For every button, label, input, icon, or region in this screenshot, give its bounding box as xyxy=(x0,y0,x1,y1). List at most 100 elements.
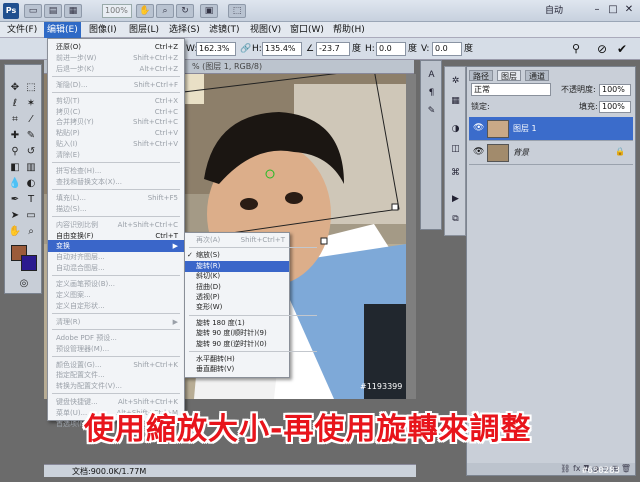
transform-menu-item[interactable]: 扭曲(D) xyxy=(185,282,289,293)
character-panel-icon[interactable]: A xyxy=(424,69,439,81)
transform-menu-item[interactable]: 旋转 90 度(顺时针)(9) xyxy=(185,328,289,339)
brush-tool-icon[interactable]: ✎ xyxy=(24,129,38,142)
zoom-tool-icon[interactable]: ⌕ xyxy=(156,4,174,18)
menu-image[interactable]: 图像(I) xyxy=(86,22,120,38)
fill-field[interactable]: 100% xyxy=(599,101,631,113)
cancel-transform-icon[interactable]: ⊘ xyxy=(597,43,607,55)
edit-menu-item[interactable]: 后退一步(K) Alt+Ctrl+Z xyxy=(48,63,184,75)
edit-menu-item[interactable]: 预设管理器(M)... xyxy=(48,343,184,355)
transform-menu-item[interactable]: ✓ 缩放(S) xyxy=(185,250,289,261)
mini-bridge-icon[interactable]: ▤ xyxy=(44,4,62,18)
opacity-field[interactable]: 100% xyxy=(599,84,631,96)
menu-filter[interactable]: 滤镜(T) xyxy=(206,22,243,38)
width-field[interactable]: 162.3% xyxy=(196,42,236,56)
bridge-icon[interactable]: ▭ xyxy=(24,4,42,18)
masks-panel-icon[interactable]: ◫ xyxy=(448,143,463,155)
menu-file[interactable]: 文件(F) xyxy=(4,22,40,38)
vskew-field[interactable]: 0.0 xyxy=(432,42,462,56)
path-select-icon[interactable]: ➤ xyxy=(8,209,22,222)
guides-icon[interactable]: ▦ xyxy=(64,4,82,18)
blur-tool-icon[interactable]: 💧 xyxy=(8,177,22,190)
fx-icon[interactable]: fx xyxy=(573,464,581,473)
shape-tool-icon[interactable]: ▭ xyxy=(24,209,38,222)
history-brush-icon[interactable]: ↺ xyxy=(24,145,38,158)
hand-tool-icon[interactable]: ✋ xyxy=(136,4,154,18)
eraser-icon[interactable]: ◧ xyxy=(8,161,22,174)
edit-menu-item[interactable]: 清理(R) ▶ xyxy=(48,316,184,328)
menu-select[interactable]: 选择(S) xyxy=(166,22,203,38)
type-tool-icon[interactable]: T xyxy=(24,193,38,206)
transform-menu-item[interactable]: 斜切(K) xyxy=(185,271,289,282)
workspace-switcher[interactable]: 自动 xyxy=(545,4,587,18)
maximize-button[interactable]: □ xyxy=(606,3,620,17)
transform-menu-item[interactable]: 透视(P) xyxy=(185,292,289,303)
background-color-swatch[interactable] xyxy=(21,255,37,271)
history-panel-icon[interactable]: ⌘ xyxy=(448,167,463,179)
blend-mode-select[interactable]: 正常 xyxy=(471,83,551,96)
gradient-tool-icon[interactable]: ▥ xyxy=(24,161,38,174)
zoom-tool-icon[interactable]: ⌕ xyxy=(24,225,38,238)
edit-menu-item[interactable]: 转换为配置文件(V)... xyxy=(48,380,184,392)
transform-menu-item[interactable]: 变形(W) xyxy=(185,302,289,313)
transform-menu-item[interactable]: 再次(A) Shift+Ctrl+T xyxy=(185,235,289,246)
eye-icon[interactable]: 👁 xyxy=(473,147,484,157)
clone-stamp-icon[interactable]: ⚲ xyxy=(8,145,22,158)
menu-layer[interactable]: 图层(L) xyxy=(126,22,162,38)
edit-menu-item[interactable]: 渐隐(D)... Shift+Ctrl+F xyxy=(48,79,184,91)
transform-menu-item[interactable]: 水平翻转(H) xyxy=(185,354,289,365)
hskew-field[interactable]: 0.0 xyxy=(376,42,406,56)
healing-brush-icon[interactable]: ✚ xyxy=(8,129,22,142)
clone-source-panel-icon[interactable]: ⧉ xyxy=(448,213,463,225)
screen-mode-icon[interactable]: ⬚ xyxy=(228,4,246,18)
commit-transform-icon[interactable]: ✔ xyxy=(617,43,627,55)
menu-window[interactable]: 窗口(W) xyxy=(287,22,327,38)
transform-menu-item[interactable]: 旋转 180 度(1) xyxy=(185,318,289,329)
eye-icon[interactable]: 👁 xyxy=(473,123,484,133)
edit-menu-item[interactable]: 查找和替换文本(X)... xyxy=(48,176,184,188)
trash-icon[interactable]: 🗑 xyxy=(621,464,631,473)
tab-channels[interactable]: 通道 xyxy=(525,70,549,81)
swatches-panel-icon[interactable]: ▦ xyxy=(448,95,463,107)
edit-menu-item[interactable]: 描边(S)... xyxy=(48,203,184,215)
crop-tool-icon[interactable]: ⌗ xyxy=(8,113,22,126)
quick-mask-icon[interactable]: ◎ xyxy=(17,277,31,290)
transform-menu-item[interactable]: 旋转(R) xyxy=(185,260,289,272)
magic-wand-icon[interactable]: ✶ xyxy=(24,97,38,110)
pen-tool-icon[interactable]: ✒ xyxy=(8,193,22,206)
marquee-tool-icon[interactable]: ⬚ xyxy=(24,81,38,94)
arrange-documents-icon[interactable]: ▣ xyxy=(200,4,218,18)
warp-mode-icon[interactable]: ⚲ xyxy=(572,43,580,55)
menu-help[interactable]: 帮助(H) xyxy=(330,22,368,38)
hand-tool-icon[interactable]: ✋ xyxy=(8,225,22,238)
menu-edit[interactable]: 编辑(E) xyxy=(44,22,81,38)
link-layers-icon[interactable]: ⛓ xyxy=(560,464,570,473)
tab-layers[interactable]: 图层 xyxy=(497,70,521,81)
paragraph-panel-icon[interactable]: ¶ xyxy=(424,87,439,99)
edit-menu-item[interactable]: 自动混合图层... xyxy=(48,262,184,274)
dodge-tool-icon[interactable]: ◐ xyxy=(24,177,38,190)
rotate-view-icon[interactable]: ↻ xyxy=(176,4,194,18)
transform-menu-item[interactable]: 旋转 90 度(逆时针)(0) xyxy=(185,339,289,350)
brush-panel-icon[interactable]: ✎ xyxy=(424,105,439,117)
height-field[interactable]: 135.4% xyxy=(262,42,302,56)
eyedropper-icon[interactable]: ⁄ xyxy=(24,113,38,126)
layer-thumbnail xyxy=(487,144,509,162)
layer-row-layer-1[interactable]: 👁 图层 1 xyxy=(469,117,633,141)
actions-panel-icon[interactable]: ▶ xyxy=(448,193,463,205)
transform-menu-item[interactable]: 垂直翻转(V) xyxy=(185,364,289,375)
menu-view[interactable]: 视图(V) xyxy=(247,22,284,38)
transform-submenu: 再次(A) Shift+Ctrl+T ✓ 缩放(S) 旋转(R) 斜切(K) 扭曲(D) 透视… xyxy=(184,232,317,378)
minimize-button[interactable]: – xyxy=(590,3,604,17)
layer-row-background[interactable]: 👁 背景 🔒 xyxy=(469,141,633,165)
zoom-level-select[interactable]: 100% xyxy=(102,4,132,18)
angle-field[interactable]: -23.7 xyxy=(316,42,350,56)
edit-menu-item[interactable]: 清除(E) xyxy=(48,149,184,161)
adjustments-panel-icon[interactable]: ◑ xyxy=(448,123,463,135)
close-button[interactable]: ✕ xyxy=(622,3,636,17)
tab-paths[interactable]: 路径 xyxy=(469,70,493,81)
link-icon[interactable]: 🔗 xyxy=(240,43,251,55)
move-tool-icon[interactable]: ✥ xyxy=(8,81,22,94)
lasso-tool-icon[interactable]: ℓ xyxy=(8,97,22,110)
edit-menu-item[interactable]: 定义自定形状... xyxy=(48,300,184,312)
color-panel-icon[interactable]: ✲ xyxy=(448,75,463,87)
